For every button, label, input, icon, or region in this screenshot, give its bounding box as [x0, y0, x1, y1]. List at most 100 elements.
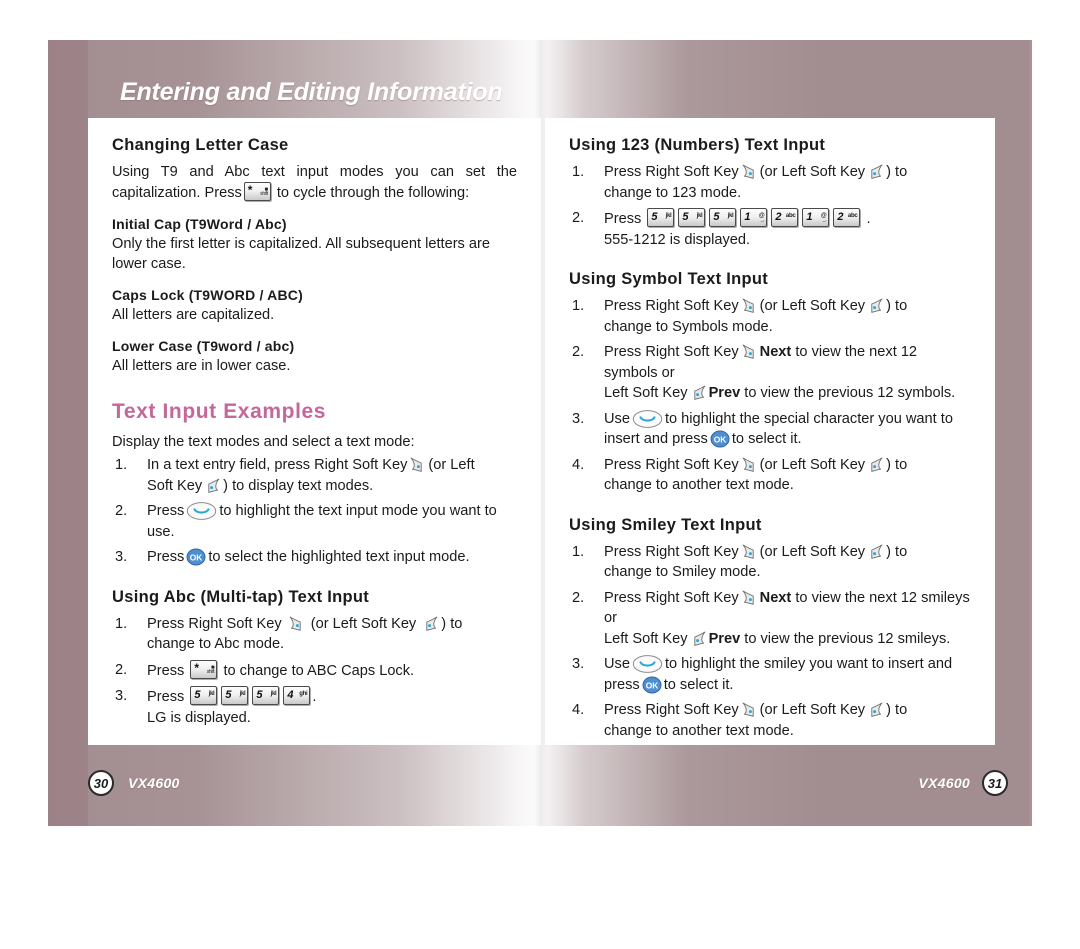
step-text-b: to change to ABC Caps Lock. — [223, 662, 415, 679]
step-text-d: ) to display text modes. — [223, 477, 374, 494]
step-text-a: Press — [147, 503, 185, 519]
lower-case-body: All letters are in lower case. — [112, 358, 291, 374]
list-item: 4. Press Right Soft Key (or Left Soft Ke… — [569, 455, 971, 496]
step-text-b: (or Left Soft Key — [759, 164, 866, 180]
number-key-icon: 2 abc — [771, 208, 799, 227]
right-soft-key-icon — [740, 455, 759, 474]
step-text-c: ) to — [886, 702, 908, 718]
symbol-prev-line: Left Soft Key Prev to view the previous … — [604, 383, 971, 404]
step-number: 1. — [115, 615, 128, 632]
step-number: 2. — [572, 344, 585, 360]
list-item: 3. Press 5 jkl 5 jkl 5 jkl 4 ghi. LG is display… — [112, 686, 517, 728]
text-input-examples-steps: 1. In a text entry field, press Right So… — [112, 455, 517, 568]
abc-key-sequence: Press 5 jkl 5 jkl 5 jkl 4 ghi. — [147, 686, 317, 705]
step-number: 4. — [572, 702, 585, 718]
step-text-c: to select it. — [663, 676, 734, 693]
page-number-badge: 30 — [88, 770, 114, 796]
list-item: 4. Press Right Soft Key (or Left Soft Ke… — [569, 700, 971, 741]
using-smiley-steps: 1. Press Right Soft Key (or Left Soft Ke… — [569, 542, 971, 742]
right-soft-key-icon — [740, 342, 759, 361]
step-text-b: (or Left Soft Key — [759, 702, 866, 718]
step-number: 3. — [572, 656, 585, 672]
heading-using-symbol: Using Symbol Text Input — [569, 270, 769, 288]
step-text-b: . — [866, 211, 871, 227]
list-item: 1. Press Right Soft Key (or Left Soft Ke… — [569, 162, 971, 203]
step-text-d: change to 123 mode. — [604, 184, 742, 201]
step-text-b: (or Left Soft Key — [310, 615, 417, 632]
step-text-c: ) to — [886, 298, 908, 314]
step-number: 3. — [572, 410, 585, 427]
left-soft-key-icon — [421, 614, 440, 633]
list-item: 1. Press Right Soft Key (or Left Soft Ke… — [112, 614, 517, 655]
left-soft-key-icon — [203, 476, 222, 495]
number-key-icon: 1 @ _. — [802, 208, 830, 227]
right-soft-key-icon — [740, 588, 759, 607]
left-soft-key-icon — [866, 162, 885, 181]
list-item: 2. Press 5 jkl 5 jkl 5 jkl 1 @ _. 2 abc 1 @ _. 2 abc . … — [569, 208, 971, 250]
chapter-banner: Entering and Editing Information — [88, 66, 788, 118]
step-text-a: Press — [604, 211, 642, 227]
heading-using-123: Using 123 (Numbers) Text Input — [569, 136, 826, 154]
right-soft-key-icon — [740, 162, 759, 181]
step-text-b: (or Left Soft Key — [759, 456, 866, 473]
left-soft-key-icon — [866, 455, 885, 474]
step-text-d: to view the previous 12 smileys. — [744, 630, 951, 647]
list-item: 2. Press Right Soft Key Next to view the… — [569, 342, 971, 404]
step-text-a: In a text entry field, press Right Soft … — [147, 457, 408, 473]
step-text-d: change to Symbols mode. — [604, 318, 773, 335]
using-abc-steps: 1. Press Right Soft Key (or Left Soft Ke… — [112, 614, 517, 729]
step-number: 1. — [572, 298, 585, 314]
step-text-b: to select the highlighted text input mod… — [208, 549, 470, 565]
step-text-a: Press Right Soft Key — [604, 456, 739, 473]
step-number: 1. — [115, 457, 128, 473]
step-text-b: . — [312, 689, 317, 705]
intro-line-b: capitalization. Press — [112, 185, 242, 201]
initial-cap-body: Only the first letter is capitalized. Al… — [112, 236, 490, 272]
subheading-caps-lock: Caps Lock (T9WORD / ABC) — [112, 287, 303, 303]
list-item: 1. Press Right Soft Key (or Left Soft Ke… — [569, 296, 971, 337]
heading-using-abc: Using Abc (Multi-tap) Text Input — [112, 587, 370, 606]
model-name: VX4600 — [128, 775, 180, 791]
number-key-icon: 4 ghi — [283, 686, 311, 705]
step-text-d: change to Smiley mode. — [604, 564, 761, 580]
step-number: 2. — [572, 589, 585, 606]
step-text-c: ) to — [886, 543, 908, 560]
step-text-c: LG is displayed. — [147, 709, 251, 726]
intro-line-a: Using T9 and Abc text input modes you ca… — [112, 164, 517, 180]
left-soft-key-icon — [689, 629, 708, 648]
list-item: 1. In a text entry field, press Right So… — [112, 455, 517, 496]
number-key-icon: 1 @ _. — [740, 208, 768, 227]
next-label: Next — [759, 589, 792, 606]
step-number: 1. — [572, 543, 585, 560]
navigation-key-icon — [632, 654, 663, 674]
step-text-c: ) to — [886, 456, 908, 473]
svg-text:OK: OK — [645, 680, 658, 690]
step-number: 2. — [115, 503, 128, 519]
list-item: 3. Use to highlight the special characte… — [569, 409, 971, 450]
step-text-a: Press Right Soft Key — [147, 615, 282, 632]
page-number-badge: 31 — [982, 770, 1008, 796]
step-number: 4. — [572, 456, 585, 473]
ok-key-icon: OK — [641, 676, 663, 694]
heading-changing-letter-case: Changing Letter Case — [112, 136, 289, 154]
number-key-icon: 5 jkl — [678, 208, 706, 227]
left-edge-band — [48, 40, 88, 826]
step-text-d: change to Abc mode. — [147, 636, 285, 652]
next-label: Next — [759, 344, 792, 360]
left-soft-key-icon — [866, 700, 885, 719]
list-item: 3. Use to highlight the smiley you want … — [569, 654, 971, 695]
number-key-icon: 5 jkl — [190, 686, 218, 705]
step-number: 3. — [115, 549, 128, 565]
right-soft-key-icon — [408, 455, 427, 474]
navigation-key-icon — [186, 501, 217, 521]
step-text-b: (or Left Soft Key — [759, 298, 866, 314]
book-spread: Entering and Editing Information Changin… — [48, 40, 1032, 826]
chapter-title: Entering and Editing Information — [120, 77, 503, 106]
using-123-steps: 1. Press Right Soft Key (or Left Soft Ke… — [569, 162, 971, 250]
step-number: 2. — [572, 210, 585, 226]
step-text-d: change to another text mode. — [604, 477, 794, 493]
left-soft-key-icon — [866, 296, 885, 315]
step-text-a: Press Right Soft Key — [604, 702, 739, 718]
left-soft-key-icon — [689, 383, 708, 402]
step-text-c: Left Soft Key — [604, 385, 688, 401]
